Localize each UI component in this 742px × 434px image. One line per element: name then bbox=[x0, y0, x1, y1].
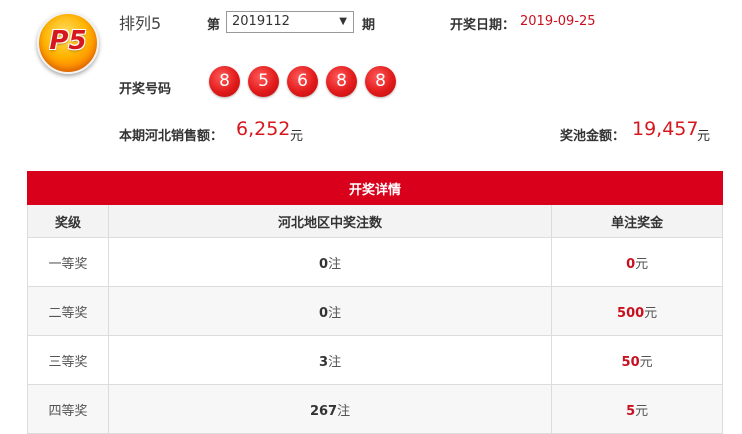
game-name: 排列5 bbox=[119, 14, 162, 33]
number-ball: 8 bbox=[326, 66, 357, 97]
sales-unit: 元 bbox=[290, 129, 304, 144]
table-caption: 开奖详情 bbox=[27, 171, 723, 205]
table-row: 四等奖 267注 5元 bbox=[27, 384, 723, 434]
winning-numbers: 8 5 6 8 8 bbox=[209, 66, 396, 97]
issue-suffix: 期 bbox=[362, 18, 376, 33]
draw-date-label: 开奖日期： bbox=[450, 18, 516, 33]
winner-count: 0注 bbox=[107, 237, 553, 287]
winner-count: 3注 bbox=[107, 335, 553, 385]
pool-unit: 元 bbox=[697, 129, 711, 144]
number-ball: 6 bbox=[287, 66, 318, 97]
prize-level: 一等奖 bbox=[27, 237, 109, 287]
table-row: 一等奖 0注 0元 bbox=[27, 237, 723, 287]
winning-numbers-label: 开奖号码 bbox=[119, 82, 172, 97]
logo-text: P5 bbox=[49, 26, 87, 56]
draw-date: 2019-09-25 bbox=[520, 14, 596, 29]
header-amount: 单注奖金 bbox=[551, 204, 723, 238]
prize-amount: 50元 bbox=[551, 335, 723, 385]
number-ball: 8 bbox=[209, 66, 240, 97]
p5-logo: P5 bbox=[37, 12, 99, 74]
issue-prefix: 第 bbox=[207, 18, 221, 33]
prize-amount: 500元 bbox=[551, 286, 723, 336]
number-ball: 5 bbox=[248, 66, 279, 97]
table-row: 三等奖 3注 50元 bbox=[27, 335, 723, 385]
header-level: 奖级 bbox=[27, 204, 109, 238]
table-row: 二等奖 0注 500元 bbox=[27, 286, 723, 336]
chevron-down-icon: ▼ bbox=[339, 16, 347, 27]
prize-level: 二等奖 bbox=[27, 286, 109, 336]
sales-value: 6,252 bbox=[236, 118, 291, 140]
winner-count: 267注 bbox=[107, 384, 553, 434]
sales-label: 本期河北销售额： bbox=[119, 129, 224, 144]
number-ball: 8 bbox=[365, 66, 396, 97]
prize-level: 四等奖 bbox=[27, 384, 109, 434]
pool-value: 19,457 bbox=[632, 118, 699, 140]
winner-count: 0注 bbox=[107, 286, 553, 336]
pool-label: 奖池金额： bbox=[560, 129, 626, 144]
prize-amount: 5元 bbox=[551, 384, 723, 434]
issue-select-value: 2019112 bbox=[232, 14, 290, 29]
prize-level: 三等奖 bbox=[27, 335, 109, 385]
issue-select[interactable]: 2019112 ▼ bbox=[226, 11, 354, 33]
header-count: 河北地区中奖注数 bbox=[107, 204, 553, 238]
prize-details-table: 开奖详情 奖级 河北地区中奖注数 单注奖金 一等奖 0注 0元 二等奖 0注 5… bbox=[27, 171, 723, 434]
prize-amount: 0元 bbox=[551, 237, 723, 287]
